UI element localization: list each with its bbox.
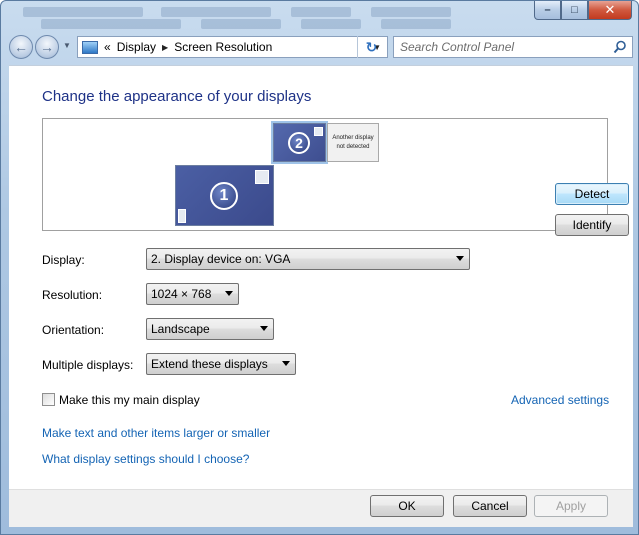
undetected-display[interactable]: Another display not detected — [327, 123, 379, 162]
cancel-button[interactable]: Cancel — [453, 495, 527, 517]
monitor-1[interactable]: 1 — [175, 165, 274, 226]
navigation-bar: ← → ▼ « Display ▶ Screen Resolution ▼ ↻ — [7, 32, 634, 62]
ok-button[interactable]: OK — [370, 495, 444, 517]
search-icon[interactable] — [613, 40, 627, 54]
main-display-checkbox-label[interactable]: Make this my main display — [59, 393, 200, 407]
minimize-button[interactable]: – — [534, 1, 561, 20]
maximize-button[interactable]: □ — [561, 1, 588, 20]
detect-button[interactable]: Detect — [555, 183, 629, 205]
search-input[interactable] — [394, 38, 604, 56]
refresh-icon: ↻ — [365, 38, 378, 55]
chevron-down-icon — [282, 361, 290, 366]
search-box — [393, 36, 633, 58]
window-thumbnail-icon — [314, 127, 323, 136]
refresh-button[interactable]: ↻ — [357, 36, 385, 58]
content-pane: Change the appearance of your displays 1… — [9, 65, 633, 489]
forward-arrow-icon: → — [40, 39, 54, 55]
caption-buttons: – □ ✕ — [534, 1, 632, 21]
resolution-label: Resolution: — [42, 288, 103, 302]
chevron-down-icon — [456, 256, 464, 261]
undetected-line-2: not detected — [336, 144, 370, 150]
window-frame: – □ ✕ ← → ▼ « Display ▶ Screen Resolutio… — [0, 0, 639, 535]
text-size-link[interactable]: Make text and other items larger or smal… — [42, 426, 270, 440]
orientation-select[interactable]: Landscape — [146, 318, 274, 340]
resolution-select-value: 1024 × 768 — [151, 287, 212, 301]
advanced-settings-link[interactable]: Advanced settings — [511, 393, 609, 407]
resolution-select[interactable]: 1024 × 768 — [146, 283, 239, 305]
multiple-displays-select[interactable]: Extend these displays — [146, 353, 296, 375]
address-bar[interactable]: « Display ▶ Screen Resolution ▼ — [77, 36, 388, 58]
orientation-select-value: Landscape — [151, 322, 210, 336]
back-button[interactable]: ← — [9, 35, 33, 59]
dialog-button-bar: OK Cancel Apply — [9, 489, 633, 527]
window-thumbnail-icon — [255, 170, 269, 184]
chevron-down-icon — [260, 326, 268, 331]
display-select[interactable]: 2. Display device on: VGA — [146, 248, 470, 270]
identify-button[interactable]: Identify — [555, 214, 629, 236]
apply-button[interactable]: Apply — [534, 495, 608, 517]
multiple-displays-label: Multiple displays: — [42, 358, 134, 372]
main-display-checkbox[interactable] — [42, 393, 55, 406]
window-thumbnail-icon — [178, 209, 186, 223]
undetected-line-1: Another display — [332, 135, 374, 141]
orientation-label: Orientation: — [42, 323, 105, 337]
display-label: Display: — [42, 253, 85, 267]
back-arrow-icon: ← — [14, 39, 28, 55]
breadcrumb-display[interactable]: Display — [117, 40, 156, 54]
recent-pages-dropdown[interactable]: ▼ — [63, 41, 71, 50]
breadcrumb-screen-resolution[interactable]: Screen Resolution — [174, 40, 272, 54]
monitor-2[interactable]: 2 — [271, 121, 328, 164]
breadcrumb-separator-icon[interactable]: ▶ — [162, 43, 168, 52]
chevron-down-icon — [225, 291, 233, 296]
monitor-number-badge: 1 — [210, 182, 238, 210]
close-button[interactable]: ✕ — [588, 1, 632, 20]
display-arrangement-preview: 1 2 Another display not detected Detect … — [42, 118, 629, 236]
control-panel-icon — [82, 40, 98, 54]
display-help-link[interactable]: What display settings should I choose? — [42, 452, 249, 466]
multiple-displays-select-value: Extend these displays — [151, 357, 268, 371]
monitor-number-badge: 2 — [288, 132, 310, 154]
breadcrumb-overflow[interactable]: « — [104, 40, 111, 54]
display-select-value: 2. Display device on: VGA — [151, 252, 291, 266]
forward-button[interactable]: → — [35, 35, 59, 59]
page-title: Change the appearance of your displays — [42, 88, 312, 105]
